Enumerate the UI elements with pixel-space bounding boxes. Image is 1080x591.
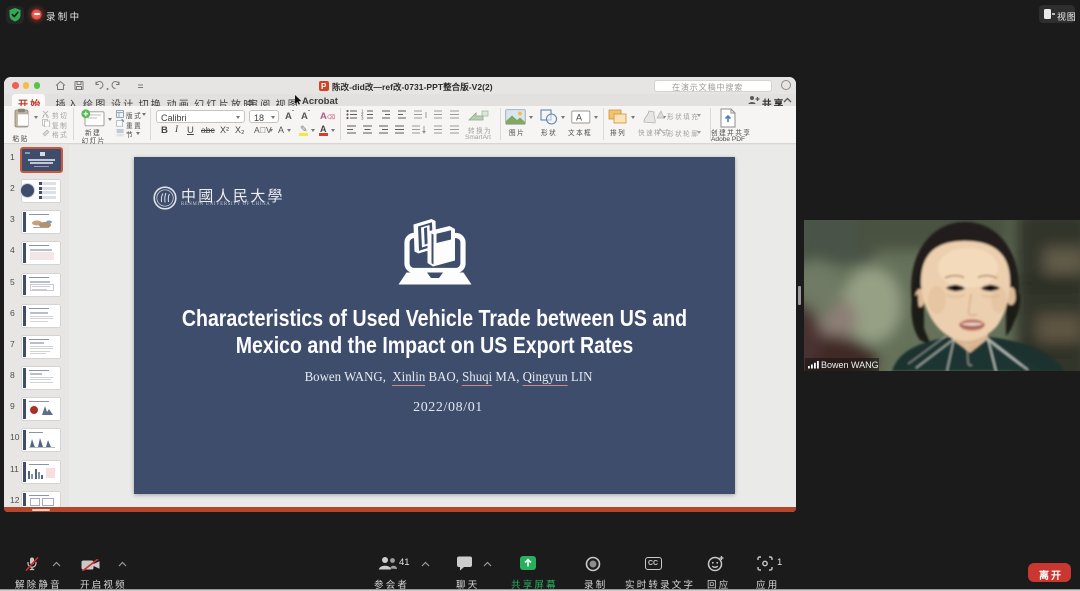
svg-text:3: 3 xyxy=(361,116,364,121)
svg-text:A: A xyxy=(576,112,582,122)
